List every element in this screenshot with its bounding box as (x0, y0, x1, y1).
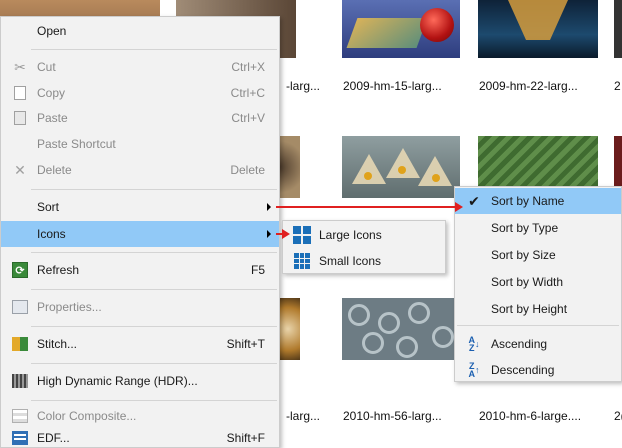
submenu-arrow-icon (267, 203, 271, 211)
thumbnail-caption: 2( (614, 409, 622, 423)
submenu-arrow-icon (267, 230, 271, 238)
menu-item-label: Open (37, 24, 67, 38)
annotation-arrow-sort (276, 206, 458, 208)
thumbnail-image[interactable] (614, 0, 622, 58)
menu-item-label: Cut (37, 60, 56, 74)
thumbnail-caption: 2010-hm-56-larg... (343, 409, 442, 423)
thumbnail-caption: 2 (614, 79, 621, 93)
menu-item-label: Sort by Height (491, 302, 568, 316)
menu-item-stitch[interactable]: Stitch... Shift+T (1, 331, 279, 357)
thumbnail-caption: -larg... (286, 79, 321, 93)
menu-separator (31, 400, 277, 401)
delete-icon: ✕ (14, 161, 26, 178)
menu-item-label: High Dynamic Range (HDR)... (37, 374, 198, 388)
menu-item-properties[interactable]: Properties... (1, 294, 279, 320)
hdr-icon (11, 372, 29, 390)
thumbnail-image[interactable] (342, 136, 460, 198)
paste-icon (11, 109, 29, 127)
menu-separator (457, 325, 619, 326)
menu-item-label: Color Composite... (37, 409, 137, 423)
menu-item-label: Sort by Size (491, 248, 556, 262)
menu-item-label: Paste (37, 111, 68, 125)
menu-item-label: Descending (491, 363, 555, 377)
menu-item-sort-by-type[interactable]: Sort by Type (455, 215, 621, 241)
menu-item-label: Sort by Name (491, 194, 565, 208)
menu-item-sort[interactable]: Sort (1, 194, 279, 220)
thumbnail-image[interactable] (478, 0, 598, 58)
menu-item-label: Icons (37, 227, 66, 241)
menu-item-label: Properties... (37, 300, 102, 314)
menu-item-icons[interactable]: Icons (1, 221, 279, 247)
large-icons-icon (293, 226, 311, 244)
menu-separator (31, 49, 277, 50)
menu-item-sort-by-size[interactable]: Sort by Size (455, 242, 621, 268)
menu-item-label: Delete (37, 163, 72, 177)
icons-submenu: Large Icons Small Icons (282, 220, 446, 274)
menu-separator (31, 252, 277, 253)
menu-item-paste-shortcut[interactable]: Paste Shortcut (1, 131, 279, 157)
sort-ascending-icon: A Z ↓ (468, 335, 480, 353)
menu-separator (31, 289, 277, 290)
menu-item-shortcut: Delete (230, 163, 265, 177)
menu-item-label: Paste Shortcut (37, 137, 116, 151)
scissors-icon: ✂ (14, 58, 26, 75)
menu-item-edf[interactable]: EDF... Shift+F (1, 425, 279, 448)
menu-item-descending[interactable]: Z A ↑ Descending (455, 357, 621, 383)
small-icons-icon (293, 252, 311, 270)
menu-item-small-icons[interactable]: Small Icons (283, 248, 445, 274)
properties-icon (11, 298, 29, 316)
menu-item-refresh[interactable]: ⟳ Refresh F5 (1, 257, 279, 283)
checkmark-icon: ✔ (468, 192, 480, 209)
menu-item-label: Stitch... (37, 337, 78, 351)
color-composite-icon (11, 407, 29, 425)
menu-item-shortcut: Ctrl+C (230, 86, 265, 100)
menu-item-label: Sort by Type (491, 221, 559, 235)
refresh-icon: ⟳ (11, 261, 29, 279)
menu-item-cut[interactable]: ✂ Cut Ctrl+X (1, 54, 279, 80)
menu-item-label: Ascending (491, 337, 548, 351)
menu-item-paste[interactable]: Paste Ctrl+V (1, 105, 279, 131)
menu-item-label: Copy (37, 86, 66, 100)
context-menu: Open ✂ Cut Ctrl+X Copy Ctrl+C Paste Ctrl… (0, 16, 280, 448)
menu-separator (31, 189, 277, 190)
menu-item-large-icons[interactable]: Large Icons (283, 222, 445, 248)
annotation-arrowhead (455, 202, 463, 212)
menu-item-label: Refresh (37, 263, 80, 277)
thumbnail-caption: 2009-hm-15-larg... (343, 79, 442, 93)
menu-item-shortcut: Shift+F (226, 431, 265, 445)
menu-separator (31, 326, 277, 327)
menu-item-sort-by-name[interactable]: ✔ Sort by Name (455, 188, 621, 214)
menu-item-shortcut: F5 (250, 263, 265, 277)
menu-item-hdr[interactable]: High Dynamic Range (HDR)... (1, 368, 279, 394)
thumbnail-caption: -larg... (286, 409, 321, 423)
menu-item-shortcut: Ctrl+V (231, 111, 265, 125)
thumbnail-image[interactable] (342, 298, 460, 360)
menu-item-sort-by-width[interactable]: Sort by Width (455, 269, 621, 295)
menu-item-label: EDF... (37, 431, 70, 445)
menu-item-label: Small Icons (319, 254, 382, 268)
thumbnail-caption: 2009-hm-22-larg... (479, 79, 578, 93)
stitch-icon (11, 335, 29, 353)
thumbnail-image[interactable] (342, 0, 460, 58)
sort-submenu: ✔ Sort by Name Sort by Type Sort by Size… (454, 186, 622, 382)
menu-item-ascending[interactable]: A Z ↓ Ascending (455, 331, 621, 357)
menu-item-shortcut: Ctrl+X (231, 60, 265, 74)
menu-item-sort-by-height[interactable]: Sort by Height (455, 296, 621, 322)
menu-item-open[interactable]: Open (1, 18, 279, 44)
annotation-arrowhead (282, 229, 290, 239)
thumbnail-caption: 2010-hm-6-large.... (479, 409, 582, 423)
menu-item-delete[interactable]: ✕ Delete Delete (1, 157, 279, 183)
menu-item-label: Large Icons (319, 228, 382, 242)
menu-item-copy[interactable]: Copy Ctrl+C (1, 80, 279, 106)
menu-item-shortcut: Shift+T (226, 337, 265, 351)
menu-item-label: Sort (37, 200, 60, 214)
sort-descending-icon: Z A ↑ (468, 361, 480, 379)
menu-item-label: Sort by Width (491, 275, 564, 289)
copy-icon (11, 84, 29, 102)
menu-separator (31, 363, 277, 364)
edf-icon (11, 429, 29, 447)
